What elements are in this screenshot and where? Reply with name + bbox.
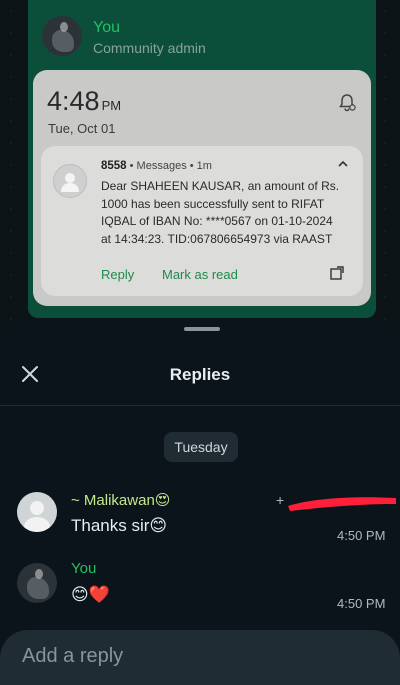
phone-number-prefix: + <box>276 492 285 508</box>
reply-text: 😊❤️ <box>71 585 110 604</box>
notification-meta: • Messages • 1m <box>126 160 212 172</box>
notification-body-line: IQBAL of IBAN No: ****0567 on 01-10-2024 <box>101 214 333 229</box>
sheet-title: Replies <box>169 365 231 384</box>
reply-time: 4:50 PM <box>337 596 386 611</box>
chevron-up-icon[interactable] <box>337 158 349 170</box>
clock: 4:48 PM <box>47 86 121 117</box>
clock-time: 4:48 <box>47 86 100 116</box>
notification-body-line: Dear SHAHEEN KAUSAR, an amount of Rs. <box>101 179 340 193</box>
reply-input-bar <box>0 630 400 685</box>
avatar[interactable] <box>17 492 57 532</box>
expand-icon[interactable] <box>330 266 344 280</box>
sender-role: Community admin <box>93 40 206 56</box>
notification-body-line: 1000 has been successfully sent to RIFAT <box>101 196 325 211</box>
drag-handle[interactable] <box>184 327 220 331</box>
reply-action-button[interactable]: Reply <box>101 267 134 282</box>
clock-date: Tue, Oct 01 <box>48 121 116 136</box>
notification-header: 8558 • Messages • 1m <box>101 160 212 172</box>
reply-input[interactable] <box>22 640 382 672</box>
notification-sender: 8558 <box>101 160 127 172</box>
mark-as-read-button[interactable]: Mark as read <box>162 267 238 282</box>
avatar[interactable] <box>17 563 57 603</box>
sender-name: You <box>93 19 120 36</box>
clock-ampm: PM <box>101 98 122 113</box>
redaction-scribble <box>288 497 396 511</box>
notification-body-line: at 14:34:23. TID:067806654973 via RAAST <box>101 231 333 246</box>
person-icon <box>53 164 87 198</box>
bell-settings-icon[interactable] <box>337 93 357 113</box>
reply-author[interactable]: You <box>71 560 96 577</box>
date-chip: Tuesday <box>164 432 238 462</box>
reply-text: Thanks sir😊 <box>71 516 168 535</box>
sender-avatar[interactable] <box>42 16 82 56</box>
reply-time: 4:50 PM <box>337 528 386 543</box>
divider <box>0 405 400 406</box>
notification-body: Dear SHAHEEN KAUSAR, an amount of Rs. 10… <box>101 178 351 248</box>
reply-author[interactable]: ~ Malikawan😍 <box>71 491 170 509</box>
